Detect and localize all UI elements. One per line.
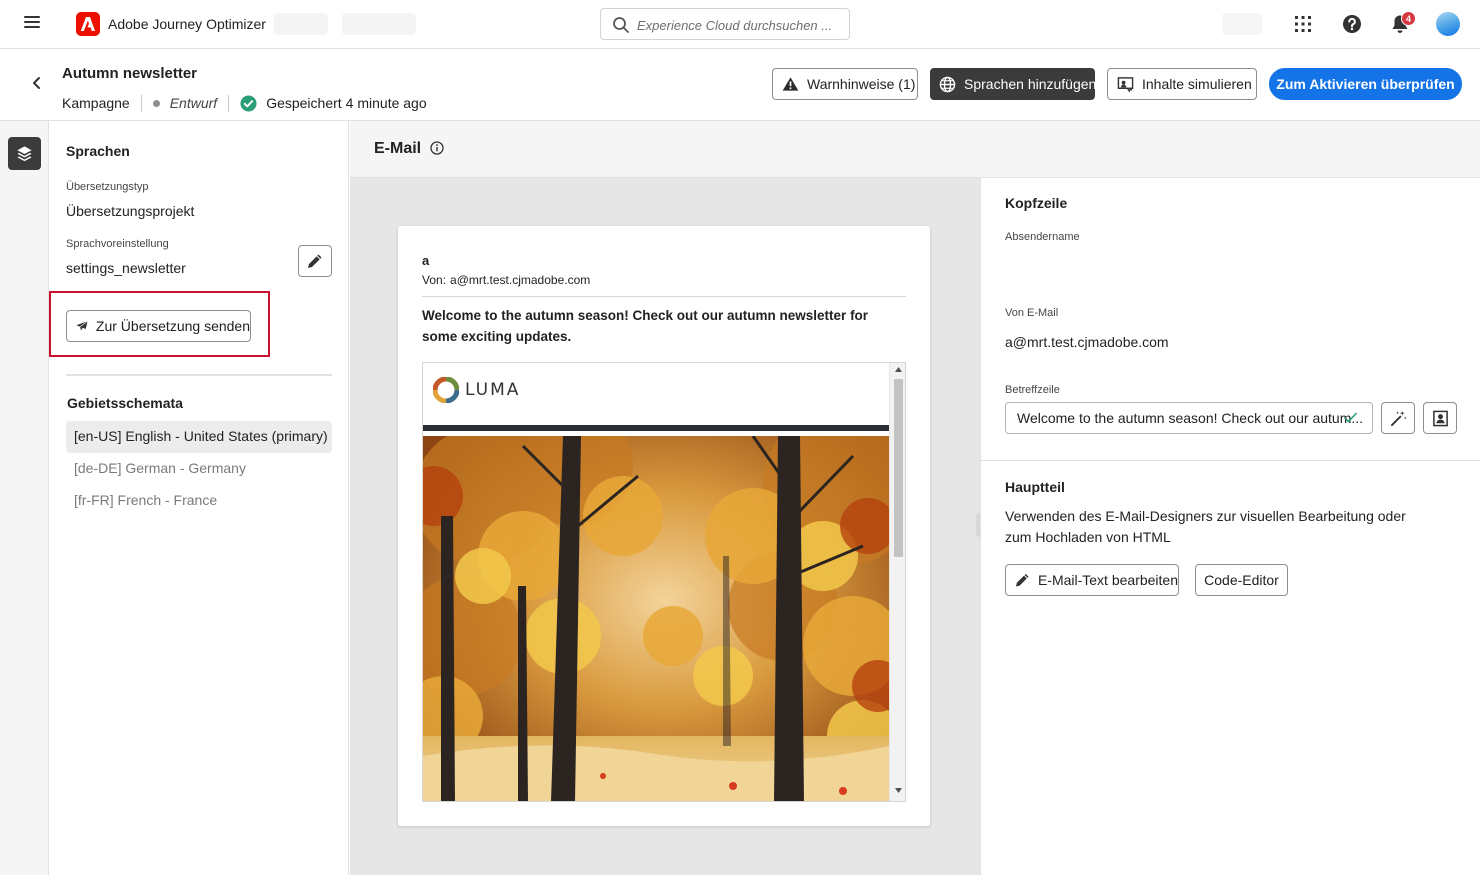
locale-item-fr-fr[interactable]: [fr-FR] French - France xyxy=(66,485,332,517)
email-properties-panel: Kopfzeile Absendername Von E-Mail a@mrt.… xyxy=(980,178,1480,875)
luma-logo-icon xyxy=(433,377,459,403)
hamburger-menu-icon[interactable] xyxy=(24,16,40,30)
email-body-frame[interactable]: LUMA xyxy=(422,362,906,802)
check-icon xyxy=(1344,412,1357,423)
preview-sender: a xyxy=(422,253,430,268)
check-circle-icon xyxy=(240,94,257,112)
preview-from: Von: a@mrt.test.cjmadobe.com xyxy=(422,273,590,287)
blurred-item xyxy=(1222,13,1262,35)
divider xyxy=(66,374,332,376)
scroll-down-arrow-icon[interactable] xyxy=(895,788,902,793)
globe-icon xyxy=(939,76,956,92)
campaign-type: Kampagne xyxy=(62,95,130,111)
languages-panel-toggle[interactable] xyxy=(8,137,41,170)
scrollbar[interactable] xyxy=(889,363,905,801)
from-email-value[interactable]: a@mrt.test.cjmadobe.com xyxy=(1005,334,1169,350)
send-to-translation-button[interactable]: Zur Übersetzung senden xyxy=(66,310,251,342)
subject-line-label: Betreffzeile xyxy=(1005,384,1060,396)
avatar[interactable] xyxy=(1436,12,1460,36)
translation-type-value: Übersetzungsprojekt xyxy=(66,203,195,219)
pencil-icon xyxy=(1015,573,1029,587)
saved-label: Gespeichert xyxy=(266,95,342,111)
divider xyxy=(140,94,142,112)
subject-line-value: Welcome to the autumn season! Check out … xyxy=(1017,410,1364,426)
send-to-translation-label: Zur Übersetzung senden xyxy=(95,318,250,334)
simulate-content-button[interactable]: Inhalte simulieren xyxy=(1107,68,1257,100)
code-editor-label: Code-Editor xyxy=(1204,572,1279,588)
scrollbar-thumb[interactable] xyxy=(894,379,903,557)
email-section-header: E-Mail xyxy=(350,121,1480,178)
email-section-title: E-Mail xyxy=(374,140,422,157)
review-to-activate-label: Zum Aktivieren überprüfen xyxy=(1276,76,1455,92)
from-email-label: Von E-Mail xyxy=(1005,307,1059,319)
email-preview-card: a Von: a@mrt.test.cjmadobe.com Welcome to… xyxy=(398,226,930,826)
personalization-button[interactable] xyxy=(1423,402,1457,434)
review-to-activate-button[interactable]: Zum Aktivieren überprüfen xyxy=(1269,68,1462,100)
code-editor-button[interactable]: Code-Editor xyxy=(1195,564,1288,596)
search-input[interactable] xyxy=(637,15,842,35)
add-languages-label: Sprachen hinzufügen xyxy=(964,76,1097,92)
locales-title: Gebietsschemata xyxy=(67,395,183,411)
divider xyxy=(228,94,230,112)
language-setting-value: settings_newsletter xyxy=(66,260,186,276)
campaign-meta: Kampagne Entwurf Gespeichert 4 minute ag… xyxy=(62,94,427,112)
header-section-title: Kopfzeile xyxy=(1005,195,1068,211)
preview-subject: Welcome to the autumn season! Check out … xyxy=(422,308,869,344)
locale-item-de-de[interactable]: [de-DE] German - Germany xyxy=(66,453,332,485)
locale-item-en-us[interactable]: [en-US] English - United States (primary… xyxy=(66,421,332,453)
autumn-forest-image xyxy=(423,436,889,801)
paper-plane-icon xyxy=(76,320,88,331)
body-section-title: Hauptteil xyxy=(1005,479,1065,495)
magic-wand-icon xyxy=(1390,410,1407,427)
body-description: Verwenden des E-Mail-Designers zur visue… xyxy=(1005,508,1406,545)
edit-email-body-button[interactable]: E-Mail-Text bearbeiten xyxy=(1005,564,1179,596)
info-icon[interactable] xyxy=(430,141,444,155)
status-badge: Entwurf xyxy=(169,95,218,111)
email-preview-area: a Von: a@mrt.test.cjmadobe.com Welcome to… xyxy=(350,178,980,875)
notification-badge: 4 xyxy=(1401,11,1416,26)
header-bar xyxy=(423,425,889,431)
status-dot-icon xyxy=(152,99,160,107)
add-languages-button[interactable]: Sprachen hinzufügen xyxy=(930,68,1097,100)
help-icon[interactable] xyxy=(1340,12,1364,36)
warnings-button[interactable]: Warnhinweise (1) xyxy=(772,68,918,100)
alert-triangle-icon xyxy=(782,77,799,91)
chevron-left-icon[interactable] xyxy=(30,76,44,90)
layers-icon xyxy=(17,146,32,162)
page-title: Autumn newsletter xyxy=(62,65,198,82)
simulate-content-label: Inhalte simulieren xyxy=(1142,76,1252,92)
app-grid-icon[interactable] xyxy=(1291,12,1315,36)
preview-from-address: a@mrt.test.cjmadobe.com xyxy=(450,273,591,287)
blurred-nav-item xyxy=(342,13,416,35)
edit-email-body-label: E-Mail-Text bearbeiten xyxy=(1037,572,1178,588)
adobe-logo-icon xyxy=(76,12,100,36)
divider xyxy=(981,460,1480,461)
translation-type-label: Übersetzungstyp xyxy=(66,181,149,193)
left-rail xyxy=(0,121,49,875)
languages-title: Sprachen xyxy=(66,143,130,159)
warnings-label: Warnhinweise (1) xyxy=(807,76,916,92)
magic-wand-button[interactable] xyxy=(1381,402,1415,434)
preview-icon xyxy=(1117,76,1134,92)
blurred-nav-item xyxy=(274,13,328,35)
luma-logo-text: LUMA xyxy=(465,380,521,400)
pencil-icon xyxy=(308,254,322,268)
top-bar: Adobe Journey Optimizer 4 xyxy=(0,0,1480,49)
campaign-header: Autumn newsletter Kampagne Entwurf Gespe… xyxy=(0,49,1480,121)
scroll-up-arrow-icon[interactable] xyxy=(895,367,902,372)
search-field[interactable] xyxy=(600,8,850,40)
subject-line-field[interactable]: Welcome to the autumn season! Check out … xyxy=(1005,402,1373,434)
personalization-icon xyxy=(1433,410,1448,427)
saved-time: 4 minute ago xyxy=(345,95,427,111)
edit-language-setting-button[interactable] xyxy=(298,245,332,277)
sender-name-label: Absendername xyxy=(1005,231,1080,243)
app-name[interactable]: Adobe Journey Optimizer xyxy=(108,16,266,32)
languages-panel: Sprachen Übersetzungstyp Übersetzungspro… xyxy=(49,121,349,875)
preview-from-prefix: Von: xyxy=(422,273,447,287)
divider xyxy=(422,296,906,297)
search-icon xyxy=(613,17,629,33)
language-setting-label: Sprachvoreinstellung xyxy=(66,238,169,250)
